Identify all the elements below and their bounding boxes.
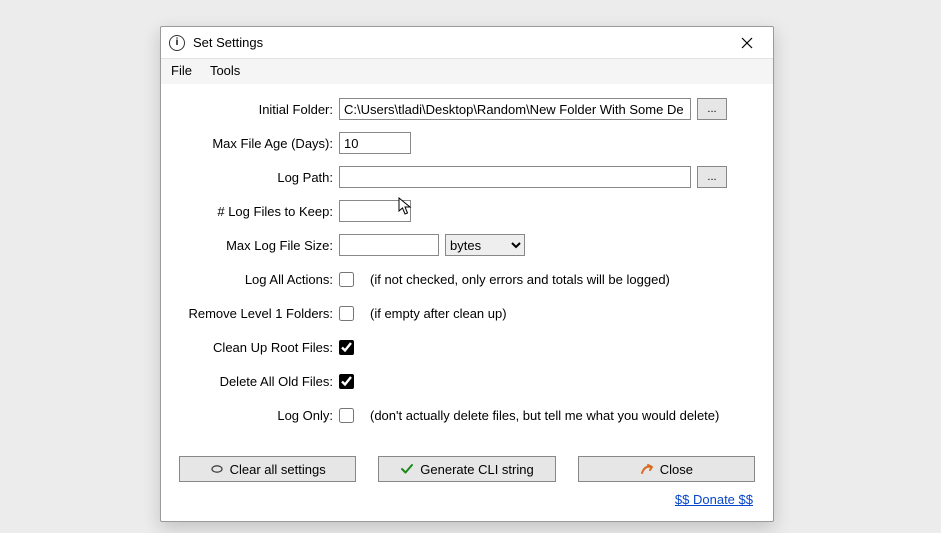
generate-button-label: Generate CLI string — [420, 462, 533, 477]
log-only-checkbox[interactable] — [339, 408, 354, 423]
close-button[interactable]: Close — [578, 456, 755, 482]
donate-link[interactable]: $$ Donate $$ — [675, 492, 753, 507]
generate-cli-button[interactable]: Generate CLI string — [378, 456, 555, 482]
max-log-size-input[interactable] — [339, 234, 439, 256]
hint-log-all-actions: (if not checked, only errors and totals … — [370, 272, 670, 287]
initial-folder-input[interactable] — [339, 98, 691, 120]
settings-window: i Set Settings File Tools Initial Folder… — [160, 26, 774, 522]
menubar: File Tools — [161, 59, 773, 84]
size-unit-select[interactable]: bytes — [445, 234, 525, 256]
label-log-files-keep: # Log Files to Keep: — [179, 204, 339, 219]
window-title: Set Settings — [193, 35, 727, 50]
button-row: Clear all settings Generate CLI string C… — [161, 446, 773, 486]
menu-tools[interactable]: Tools — [210, 63, 240, 78]
hint-remove-l1: (if empty after clean up) — [370, 306, 507, 321]
settings-form: Initial Folder: ... Max File Age (Days):… — [161, 84, 773, 446]
label-max-file-age: Max File Age (Days): — [179, 136, 339, 151]
clear-all-settings-button[interactable]: Clear all settings — [179, 456, 356, 482]
label-remove-l1: Remove Level 1 Folders: — [179, 306, 339, 321]
hint-log-only: (don't actually delete files, but tell m… — [370, 408, 719, 423]
label-log-all-actions: Log All Actions: — [179, 272, 339, 287]
max-file-age-input[interactable] — [339, 132, 411, 154]
menu-file[interactable]: File — [171, 63, 192, 78]
label-max-log-size: Max Log File Size: — [179, 238, 339, 253]
browse-initial-folder-button[interactable]: ... — [697, 98, 727, 120]
label-delete-old: Delete All Old Files: — [179, 374, 339, 389]
log-path-input[interactable] — [339, 166, 691, 188]
cleanup-root-checkbox[interactable] — [339, 340, 354, 355]
clear-button-label: Clear all settings — [230, 462, 326, 477]
clear-icon — [210, 462, 224, 476]
arrow-icon — [640, 462, 654, 476]
label-initial-folder: Initial Folder: — [179, 102, 339, 117]
log-all-actions-checkbox[interactable] — [339, 272, 354, 287]
close-window-button[interactable] — [727, 30, 767, 56]
delete-old-checkbox[interactable] — [339, 374, 354, 389]
remove-l1-checkbox[interactable] — [339, 306, 354, 321]
donate-row: $$ Donate $$ — [161, 486, 773, 521]
label-log-only: Log Only: — [179, 408, 339, 423]
browse-log-path-button[interactable]: ... — [697, 166, 727, 188]
close-button-label: Close — [660, 462, 693, 477]
titlebar: i Set Settings — [161, 27, 773, 59]
check-icon — [400, 462, 414, 476]
log-files-keep-input[interactable] — [339, 200, 411, 222]
label-cleanup-root: Clean Up Root Files: — [179, 340, 339, 355]
app-icon: i — [169, 35, 185, 51]
label-log-path: Log Path: — [179, 170, 339, 185]
